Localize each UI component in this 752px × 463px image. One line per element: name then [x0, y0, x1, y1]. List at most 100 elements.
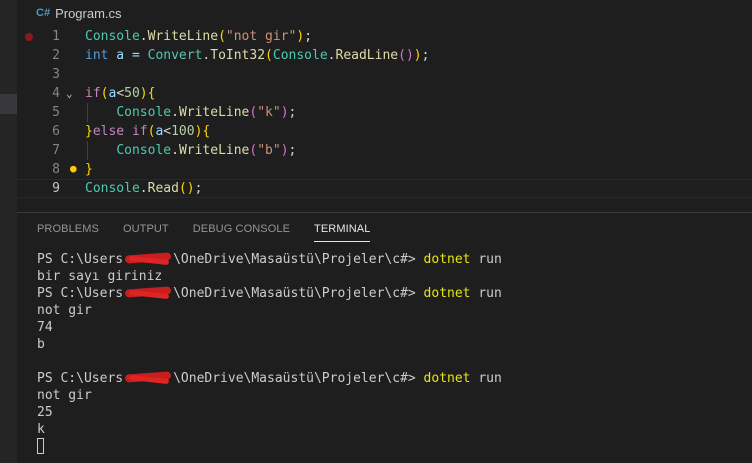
code-text[interactable]: Console.WriteLine("not gir"); [85, 27, 312, 46]
code-token: () [398, 48, 414, 63]
code-line[interactable]: 7 Console.WriteLine("b"); [17, 141, 752, 160]
prompt-path: PS C:\Users [37, 371, 124, 386]
tab-problems[interactable]: PROBLEMS [37, 223, 99, 242]
code-token: . [139, 181, 148, 196]
code-token: ) [280, 143, 289, 158]
redaction-mark [123, 252, 173, 265]
redaction-mark [123, 371, 173, 384]
code-text[interactable]: Console.WriteLine("b"); [85, 141, 296, 160]
terminal-output-line: not gir [37, 303, 92, 318]
code-line[interactable]: 6 }else if(a<100){ [17, 122, 752, 141]
indent-guide [87, 103, 88, 122]
lightbulb-icon[interactable]: ● [70, 163, 82, 175]
line-number: 6 [52, 124, 60, 139]
code-token: Console [85, 29, 140, 44]
terminal-output-line: not gir [37, 388, 92, 403]
code-token: ; [304, 29, 313, 44]
prompt-path: PS C:\Users [37, 286, 124, 301]
terminal-output-line: k [37, 422, 45, 437]
code-token: "b" [257, 143, 281, 158]
line-number: 2 [52, 48, 60, 63]
code-token: a = [108, 48, 148, 63]
code-token: else [92, 124, 132, 139]
code-token: . [139, 29, 148, 44]
code-token: Convert [147, 48, 203, 63]
prompt-path: \OneDrive\Masaüstü\Projeler\c#> [173, 371, 424, 386]
code-token: ) [139, 86, 148, 101]
activity-bar-selected[interactable] [0, 94, 17, 114]
code-line[interactable]: 4 ⌄ if(a<50){ [17, 84, 752, 103]
code-line[interactable]: 9 Console.Read(); [17, 179, 752, 198]
code-line[interactable]: 5 Console.WriteLine("k"); [17, 103, 752, 122]
panel-tabs: PROBLEMS OUTPUT DEBUG CONSOLE TERMINAL [37, 223, 371, 242]
code-token: "not gir" [225, 29, 297, 44]
code-text[interactable]: if(a<50){ [85, 84, 155, 103]
code-token: Console [116, 105, 172, 120]
code-token: Read [147, 181, 179, 196]
code-text[interactable]: Console.WriteLine("k"); [85, 103, 296, 122]
code-token: ; [194, 181, 203, 196]
code-token: ReadLine [335, 48, 399, 63]
terminal-prompt-line: PS C:\Users \OneDrive\Masaüstü\Projeler\c… [37, 251, 502, 268]
code-line[interactable]: 8} [17, 160, 752, 179]
terminal-output-line: 25 [37, 405, 53, 420]
code-text[interactable]: } [85, 160, 93, 179]
code-editor[interactable]: 1 Console.WriteLine("not gir"); 2 int a = C… [17, 26, 752, 212]
code-line[interactable]: 2 int a = Convert.ToInt32(Console.ReadLin… [17, 46, 752, 65]
line-number: 5 [52, 105, 60, 120]
bottom-panel: PROBLEMS OUTPUT DEBUG CONSOLE TERMINAL PS C… [17, 212, 752, 463]
code-line[interactable]: 1 Console.WriteLine("not gir"); [17, 27, 752, 46]
terminal-input-line[interactable] [37, 438, 502, 455]
code-token: "k" [257, 105, 281, 120]
code-token: ( [218, 29, 226, 44]
terminal-prompt-line: PS C:\Users \OneDrive\Masaüstü\Projeler\c… [37, 285, 502, 302]
line-number: 3 [52, 67, 60, 82]
code-line[interactable]: 3 [17, 65, 752, 84]
code-token: ( [265, 48, 273, 63]
breakpoint-icon[interactable] [25, 33, 33, 41]
code-token: int [85, 48, 109, 63]
code-text[interactable]: int a = Convert.ToInt32(Console.ReadLine… [85, 46, 429, 65]
code-token: . [171, 105, 179, 120]
code-token: ) [296, 29, 305, 44]
line-number: 8 [52, 162, 60, 177]
indent-guide [87, 141, 88, 160]
prompt-path: \OneDrive\Masaüstü\Projeler\c#> [173, 252, 424, 267]
prompt-path: \OneDrive\Masaüstü\Projeler\c#> [173, 286, 424, 301]
code-token: WriteLine [178, 143, 250, 158]
command-arg: run [470, 286, 502, 301]
command-arg: run [470, 371, 502, 386]
code-token: { [202, 124, 211, 139]
code-token: ) [413, 48, 422, 63]
tab-terminal[interactable]: TERMINAL [314, 223, 371, 242]
code-token: 50 [124, 86, 140, 101]
code-token: if [131, 124, 148, 139]
code-token: ) [280, 105, 289, 120]
code-token: Console [116, 143, 172, 158]
tab-output[interactable]: OUTPUT [123, 223, 169, 242]
terminal-output[interactable]: PS C:\Users \OneDrive\Masaüstü\Projeler\c… [37, 251, 502, 455]
code-text[interactable]: }else if(a<100){ [85, 122, 210, 141]
redaction-mark [123, 286, 173, 299]
command-name: dotnet [423, 286, 471, 301]
code-text[interactable]: Console.Read(); [85, 180, 202, 197]
code-token: ToInt32 [210, 48, 266, 63]
line-number: 9 [52, 181, 60, 196]
tab-debug-console[interactable]: DEBUG CONSOLE [193, 223, 290, 242]
terminal-output-line: 74 [37, 320, 53, 335]
fold-chevron-icon[interactable]: ⌄ [66, 84, 73, 103]
file-name[interactable]: Program.cs [55, 6, 121, 21]
activity-bar [0, 0, 17, 463]
breadcrumb: C# Program.cs [17, 0, 752, 26]
line-number: 7 [52, 143, 60, 158]
csharp-file-icon: C# [36, 7, 51, 19]
code-token: } [85, 162, 93, 177]
code-token: < [116, 86, 125, 101]
terminal-output-line: bir sayı giriniz [37, 269, 163, 284]
code-token: Console [85, 181, 140, 196]
command-name: dotnet [423, 252, 471, 267]
code-token: . [327, 48, 336, 63]
line-number: 4 [52, 86, 60, 101]
